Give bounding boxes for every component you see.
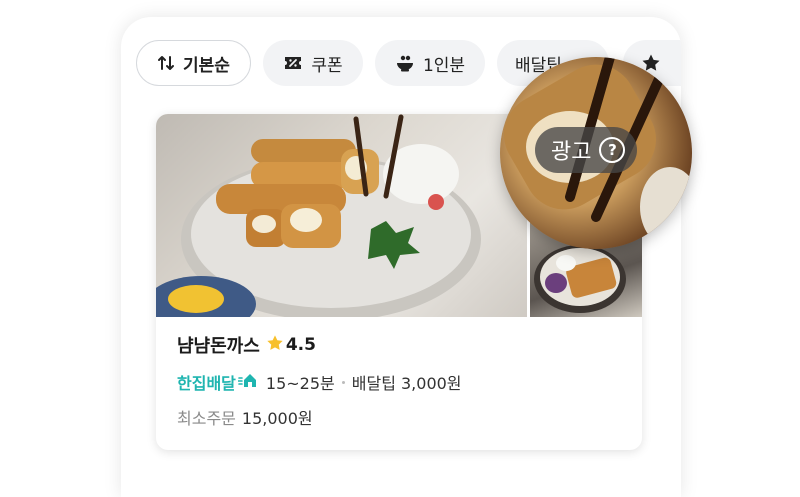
delivery-tip: 배달팁 3,000원 <box>351 374 462 393</box>
ad-label: 광고 <box>551 140 592 165</box>
restaurant-info: 냠냠돈까스 4.5 한집배달 15~25분 배달팁 3,000원 최소주문 15… <box>177 332 462 429</box>
restaurant-name: 냠냠돈까스 <box>177 336 260 357</box>
filter-chip-sort[interactable]: 기본순 <box>136 40 251 86</box>
delivery-type-badge: 한집배달 <box>177 370 260 394</box>
filter-chip-single-portion[interactable]: 1인분 <box>375 40 485 86</box>
filter-chip-coupon[interactable]: 쿠폰 <box>263 40 363 86</box>
star-icon <box>266 334 284 357</box>
sort-icon <box>157 54 175 72</box>
food-photo-main <box>156 114 527 317</box>
ad-badge[interactable]: 광고 ? <box>535 127 638 173</box>
rating: 4.5 <box>266 334 316 357</box>
house-delivery-icon <box>237 372 260 392</box>
separator-dot <box>341 380 345 384</box>
single-portion-icon <box>395 53 415 73</box>
coupon-icon <box>283 54 303 72</box>
rating-value: 4.5 <box>285 335 316 355</box>
help-icon[interactable]: ? <box>599 137 626 163</box>
min-order-label: 최소주문 <box>177 409 236 428</box>
delivery-type-label: 한집배달 <box>177 374 236 393</box>
filter-chip-label: 기본순 <box>183 55 230 76</box>
filter-chip-label: 1인분 <box>422 55 466 76</box>
delivery-time: 15~25분 <box>265 374 335 393</box>
filter-chip-label: 쿠폰 <box>311 55 343 76</box>
ad-magnifier: 광고 ? <box>500 57 692 249</box>
min-order-value: 15,000원 <box>241 409 313 428</box>
